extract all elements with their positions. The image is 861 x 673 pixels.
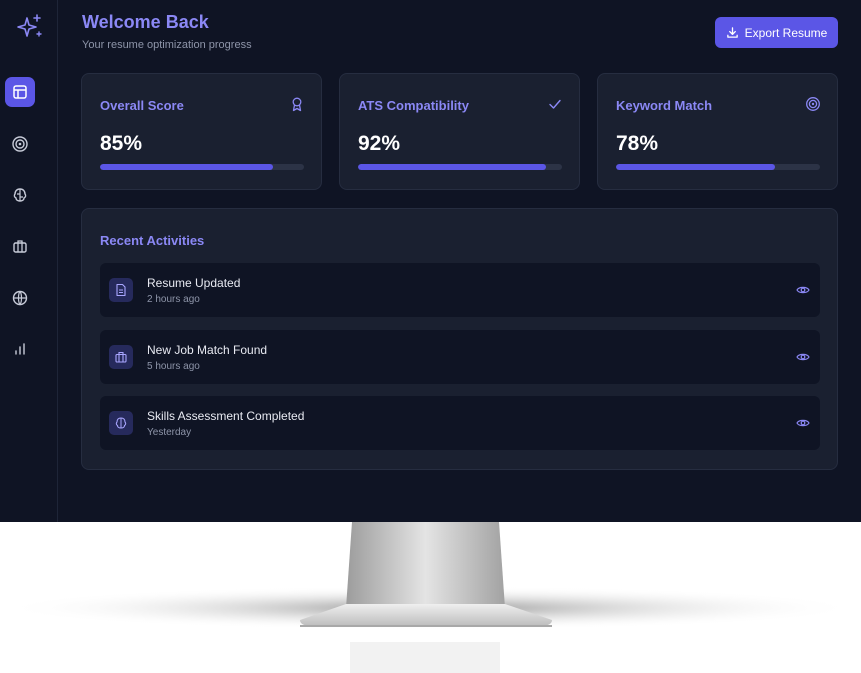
check-icon [549,99,561,109]
bar-chart-icon [15,343,25,355]
export-resume-label: Export Resume [744,25,828,40]
activity-time: Yesterday [147,427,192,438]
metric-label: ATS Compatibility [358,98,469,113]
target-icon [12,136,28,152]
page-title: Welcome Back [82,12,209,32]
activity-title: Resume Updated [147,276,241,290]
document-icon [116,283,126,297]
activity-item[interactable]: Skills Assessment Completed Yesterday [100,396,820,450]
metric-value: 92% [358,132,401,155]
sidebar-item-global[interactable] [5,283,35,313]
sidebar-item-analytics[interactable] [5,334,35,364]
progress-fill [100,164,274,170]
briefcase-icon [115,351,127,363]
activity-time: 5 hours ago [147,361,200,372]
metric-card-ats-compatibility: ATS Compatibility 92% [339,73,580,190]
progress-fill [616,164,776,170]
globe-icon [12,290,28,306]
brain-icon [13,188,27,202]
eye-icon[interactable] [796,416,810,430]
brain-icon [115,417,127,429]
page-subtitle: Your resume optimization progress [82,39,252,51]
briefcase-icon [13,240,27,253]
sidebar-item-target[interactable] [5,129,35,159]
metric-label: Keyword Match [616,98,713,113]
progress-fill [358,164,546,170]
award-icon [292,97,302,112]
sparkles-logo-icon [17,14,42,37]
activity-title: Skills Assessment Completed [147,409,305,423]
activity-item[interactable]: New Job Match Found 5 hours ago [100,330,820,384]
progress-track [358,164,562,170]
activity-icon-box [109,411,133,435]
activity-title: New Job Match Found [147,343,268,357]
monitor-screen: Welcome Back Your resume optimization pr… [0,0,861,522]
download-icon [726,27,738,38]
metric-card-keyword-match: Keyword Match 78% [597,73,838,190]
recent-activities-title: Recent Activities [100,233,205,248]
sidebar-item-dashboard[interactable] [5,77,35,107]
sidebar-item-skills[interactable] [5,180,35,210]
recent-activities-panel: Recent Activities Resume Updated 2 hours… [81,208,838,470]
metric-value: 85% [100,132,143,155]
monitor-stand [0,522,860,673]
progress-track [616,164,820,170]
metric-label: Overall Score [100,98,184,113]
eye-icon[interactable] [796,283,810,297]
activity-time: 2 hours ago [147,294,200,305]
metric-card-overall-score: Overall Score 85% [81,73,322,190]
activity-icon-box [109,345,133,369]
target-icon [806,97,820,111]
metric-value: 78% [616,132,659,155]
activity-item[interactable]: Resume Updated 2 hours ago [100,263,820,317]
sidebar-item-jobs[interactable] [5,231,35,261]
progress-track [100,164,304,170]
eye-icon[interactable] [796,350,810,364]
activity-icon-box [109,278,133,302]
sidebar [0,0,58,522]
layout-icon [13,85,27,99]
export-resume-button[interactable]: Export Resume [715,17,838,48]
